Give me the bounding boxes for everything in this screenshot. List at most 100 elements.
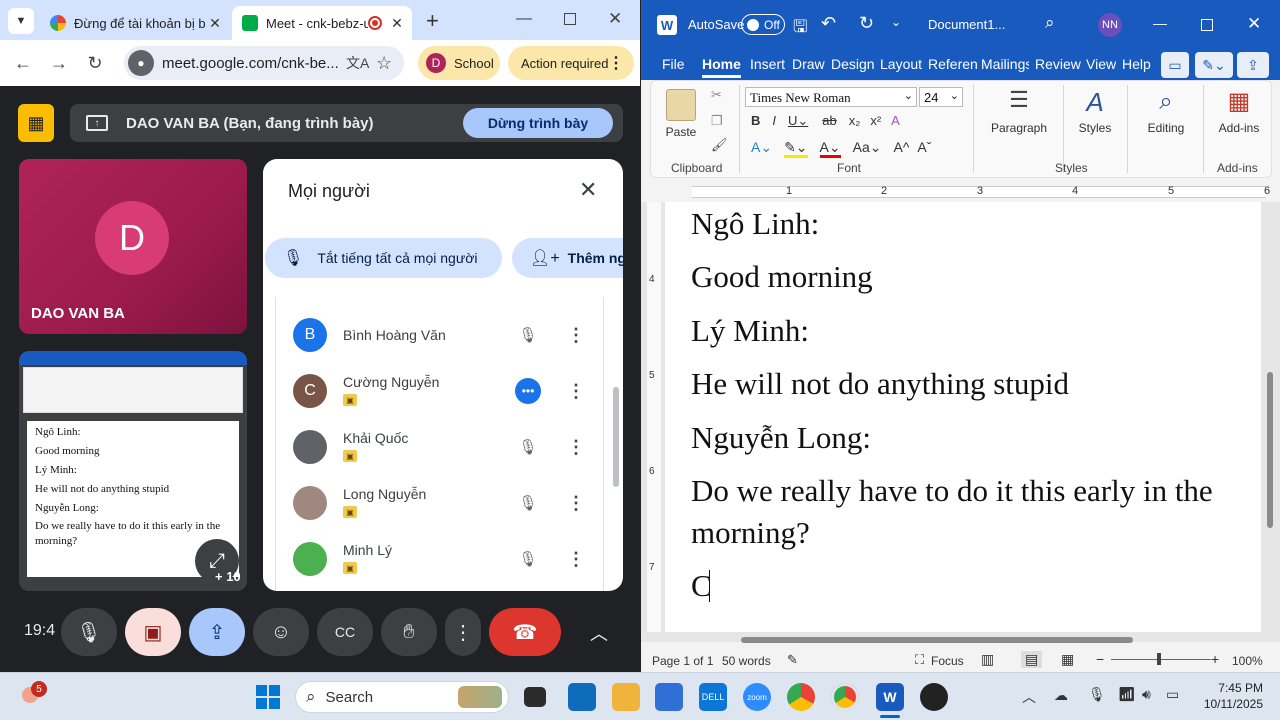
scrollbar[interactable] bbox=[613, 387, 619, 487]
dell-icon[interactable]: DELL bbox=[699, 683, 727, 711]
clock-date[interactable]: 10/11/2025 bbox=[1193, 697, 1263, 711]
battery-icon[interactable]: ▭ bbox=[1166, 686, 1179, 703]
tab-review[interactable]: Review bbox=[1035, 56, 1081, 72]
comments-button[interactable]: ▭ bbox=[1161, 52, 1189, 78]
back-button[interactable]: ← bbox=[6, 46, 40, 80]
strikethrough-button[interactable]: ab bbox=[822, 113, 836, 128]
italic-button[interactable]: I bbox=[772, 113, 776, 128]
paragraph-button[interactable]: ☰ Paragraph bbox=[981, 87, 1057, 135]
undo-icon[interactable]: ↶ bbox=[821, 13, 836, 34]
close-icon[interactable]: ✕ bbox=[388, 15, 406, 32]
store-icon[interactable] bbox=[655, 683, 683, 711]
list-item[interactable]: Long Nguyễn ▣ 🎙︎ ⋮ bbox=[293, 478, 613, 528]
vertical-scrollbar[interactable] bbox=[1267, 372, 1273, 528]
translate-icon[interactable]: 文A bbox=[346, 53, 369, 73]
forward-button[interactable]: → bbox=[42, 46, 76, 80]
volume-icon[interactable]: 🔊︎ bbox=[1142, 686, 1151, 703]
more-options-icon[interactable]: ⋮ bbox=[563, 322, 589, 348]
more-options-icon[interactable]: ⋮ bbox=[563, 378, 589, 404]
task-view-icon[interactable] bbox=[524, 687, 546, 707]
taskbar-search[interactable]: ⌕ Search bbox=[295, 681, 509, 713]
font-size-select[interactable]: 24 ⌄ bbox=[919, 87, 963, 107]
subscript-button[interactable]: x₂ bbox=[849, 113, 861, 128]
mute-all-button[interactable]: 🎙︎ Tắt tiếng tất cả mọi người bbox=[265, 238, 502, 278]
file-explorer-icon[interactable] bbox=[612, 683, 640, 711]
tab-home[interactable]: Home bbox=[702, 56, 741, 78]
self-video-tile[interactable]: D DAO VAN BA bbox=[19, 159, 247, 334]
action-required-button[interactable]: Action required ⋮ bbox=[508, 46, 634, 80]
proofing-icon[interactable]: ✎ bbox=[787, 652, 798, 668]
close-icon[interactable]: ✕ bbox=[206, 15, 224, 32]
list-item[interactable]: B Bình Hoàng Văn 🎙︎ ⋮ bbox=[293, 310, 613, 360]
addins-button[interactable]: ▦ Add-ins bbox=[1207, 87, 1271, 135]
stop-presenting-button[interactable]: Dừng trình bày bbox=[463, 108, 613, 138]
search-icon[interactable]: ⌕ bbox=[1045, 13, 1055, 33]
camera-button[interactable]: ▣ bbox=[125, 608, 181, 656]
read-mode-icon[interactable]: ▥ bbox=[981, 651, 994, 668]
tab-insert[interactable]: Insert bbox=[750, 56, 785, 72]
tab-file[interactable]: File bbox=[662, 56, 685, 72]
tab-references[interactable]: Referenc bbox=[928, 56, 978, 72]
chrome-icon[interactable] bbox=[787, 683, 815, 711]
editing-mode-button[interactable]: ✎⌄ bbox=[1195, 52, 1233, 78]
star-icon[interactable]: ☆ bbox=[376, 53, 392, 74]
profile-button[interactable]: D School bbox=[418, 46, 500, 80]
redo-icon[interactable]: ↻ bbox=[859, 13, 874, 34]
captions-button[interactable]: CC bbox=[317, 608, 373, 656]
zoom-thumb[interactable] bbox=[1157, 653, 1161, 665]
more-options-icon[interactable]: ⋮ bbox=[563, 546, 589, 572]
minimize-button[interactable]: — bbox=[1153, 15, 1167, 31]
more-options-button[interactable]: ⋮ bbox=[445, 608, 481, 656]
clear-formatting-icon[interactable]: A bbox=[891, 113, 900, 128]
superscript-button[interactable]: x² bbox=[870, 113, 881, 128]
text-effects-button[interactable]: A⌄ bbox=[751, 139, 772, 155]
autosave-toggle[interactable]: Off bbox=[741, 14, 785, 35]
tab-design[interactable]: Design bbox=[831, 56, 875, 72]
customize-qat-icon[interactable]: ⌄ bbox=[891, 15, 901, 29]
editing-button[interactable]: ⌕ Editing bbox=[1131, 87, 1201, 135]
horizontal-scrollbar[interactable] bbox=[741, 637, 1133, 643]
document-page[interactable]: Ngô Linh: Good morning Lý Minh: He will … bbox=[665, 202, 1261, 632]
highlight-button[interactable]: ✎⌄ bbox=[784, 139, 808, 158]
obs-icon[interactable] bbox=[920, 683, 948, 711]
browser-tab-1[interactable]: Đừng để tài khoản bị b ✕ bbox=[40, 6, 230, 40]
copy-icon[interactable]: ❐ bbox=[711, 113, 723, 129]
print-layout-icon[interactable]: ▤ bbox=[1021, 651, 1043, 668]
chevron-up-icon[interactable]: ︿ bbox=[590, 620, 608, 646]
app-icon[interactable] bbox=[568, 683, 596, 711]
tab-help[interactable]: Help bbox=[1122, 56, 1151, 72]
paste-button[interactable]: Paste bbox=[663, 87, 699, 141]
minimize-button[interactable]: — bbox=[516, 10, 532, 28]
focus-button[interactable]: Focus bbox=[931, 654, 964, 668]
close-window-button[interactable]: ✕ bbox=[1247, 14, 1261, 34]
close-window-button[interactable]: ✕ bbox=[608, 9, 622, 29]
format-painter-icon[interactable]: 🖌︎ bbox=[711, 137, 728, 153]
new-tab-button[interactable]: + bbox=[426, 8, 439, 34]
cut-icon[interactable]: ✂ bbox=[711, 87, 722, 103]
raise-hand-button[interactable]: ✋︎ bbox=[381, 608, 437, 656]
list-item[interactable]: C Cường Nguyễn ▣ ••• ⋮ bbox=[293, 366, 613, 416]
font-name-select[interactable]: Times New Roman ⌄ bbox=[745, 87, 917, 107]
word-count[interactable]: 50 words bbox=[722, 654, 771, 668]
share-button[interactable]: ⇪ bbox=[1237, 52, 1269, 78]
tab-view[interactable]: View bbox=[1086, 56, 1116, 72]
chrome-profile-icon[interactable] bbox=[831, 683, 859, 711]
browser-tab-2[interactable]: Meet - cnk-bebz-u ✕ bbox=[232, 6, 412, 40]
grow-font-button[interactable]: A^ bbox=[893, 139, 909, 155]
reload-button[interactable]: ↻ bbox=[78, 46, 112, 80]
maximize-button[interactable] bbox=[564, 13, 576, 25]
list-item[interactable]: Khải Quốc ▣ 🎙︎ ⋮ bbox=[293, 422, 613, 472]
mic-icon[interactable]: 🎙︎ bbox=[1088, 686, 1106, 703]
add-people-button[interactable]: 👤︎+ Thêm ngư bbox=[512, 238, 623, 278]
cloud-icon[interactable]: ☁ bbox=[1054, 687, 1068, 704]
maximize-button[interactable] bbox=[1201, 19, 1213, 31]
change-case-button[interactable]: Aa⌄ bbox=[853, 139, 882, 155]
tab-layout[interactable]: Layout bbox=[880, 56, 922, 72]
wifi-icon[interactable]: 📶︎ bbox=[1118, 686, 1136, 703]
tab-mailings[interactable]: Mailings bbox=[981, 56, 1029, 72]
avatar[interactable]: NN bbox=[1098, 13, 1122, 37]
start-button[interactable] bbox=[256, 685, 280, 709]
more-options-icon[interactable]: ⋮ bbox=[563, 490, 589, 516]
tab-draw[interactable]: Draw bbox=[792, 56, 825, 72]
leave-call-button[interactable]: ☎︎ bbox=[489, 608, 561, 656]
